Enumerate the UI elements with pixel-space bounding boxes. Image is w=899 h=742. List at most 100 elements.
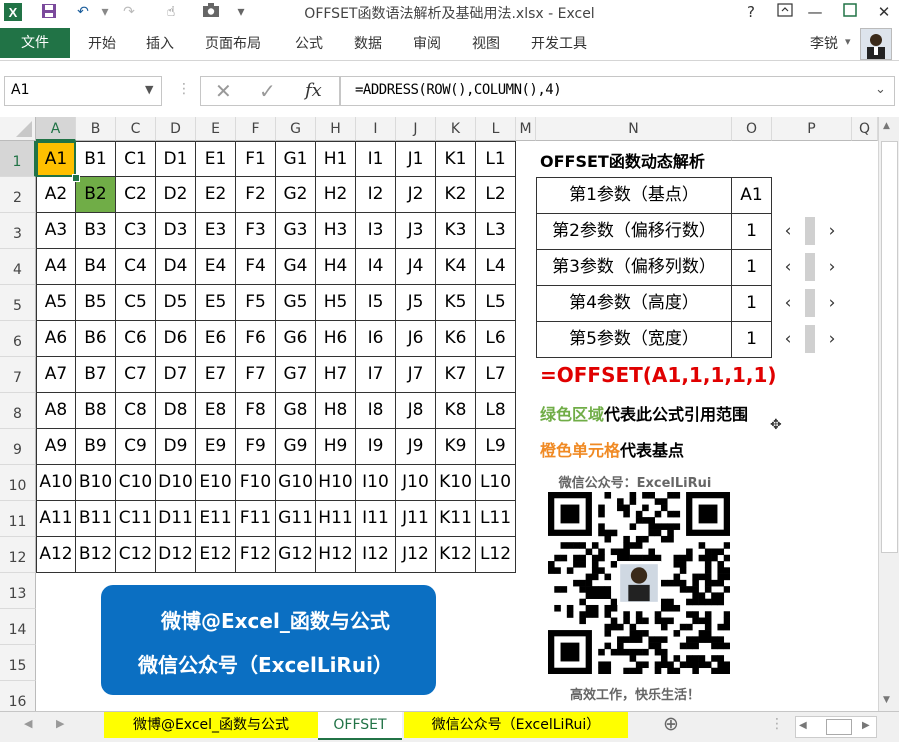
grid-cell[interactable]: I5 — [356, 285, 396, 321]
grid-cell[interactable]: J7 — [396, 357, 436, 393]
tab-developer[interactable]: 开发工具 — [531, 33, 587, 53]
grid-cell[interactable]: D7 — [156, 357, 196, 393]
grid-cell[interactable]: K8 — [436, 393, 476, 429]
grid-cell[interactable]: I6 — [356, 321, 396, 357]
grid-cell[interactable]: D11 — [156, 501, 196, 537]
grid-cell[interactable]: K11 — [436, 501, 476, 537]
column-header[interactable]: N — [536, 117, 732, 141]
spin-increase-icon[interactable]: › — [822, 213, 842, 249]
grid-cell[interactable]: I11 — [356, 501, 396, 537]
row-header[interactable]: 2 — [0, 177, 36, 213]
row-header[interactable]: 10 — [0, 465, 36, 501]
grid-cell[interactable]: B6 — [76, 321, 116, 357]
spin-decrease-icon[interactable]: ‹ — [778, 321, 798, 357]
close-button[interactable]: ✕ — [866, 0, 899, 24]
spin-scroll-thumb[interactable] — [805, 325, 815, 353]
sheet-tab-wechat[interactable]: 微信公众号（ExcelLiRui） — [404, 712, 628, 738]
grid-cell[interactable]: K7 — [436, 357, 476, 393]
row-header[interactable]: 3 — [0, 213, 36, 249]
row-header[interactable]: 15 — [0, 645, 36, 681]
column-header[interactable]: K — [436, 117, 476, 141]
grid-cell[interactable]: K1 — [436, 141, 476, 177]
grid-cell[interactable]: F7 — [236, 357, 276, 393]
grid-cell[interactable]: D1 — [156, 141, 196, 177]
grid-cell[interactable]: H7 — [316, 357, 356, 393]
grid-cell[interactable]: J2 — [396, 177, 436, 213]
row-header[interactable]: 5 — [0, 285, 36, 321]
scroll-up-icon[interactable]: ▲ — [883, 121, 890, 131]
grid-cell[interactable]: L11 — [476, 501, 516, 537]
grid-cell[interactable]: G2 — [276, 177, 316, 213]
row-header[interactable]: 6 — [0, 321, 36, 357]
grid-cell[interactable]: H11 — [316, 501, 356, 537]
horizontal-scroll-thumb[interactable] — [826, 719, 852, 735]
avatar[interactable] — [860, 28, 892, 60]
account-dropdown-icon[interactable]: ▾ — [845, 35, 851, 48]
grid-cell[interactable]: D2 — [156, 177, 196, 213]
grid-cell[interactable]: E10 — [196, 465, 236, 501]
grid-cell[interactable]: C7 — [116, 357, 156, 393]
grid-cell[interactable]: K2 — [436, 177, 476, 213]
grid-cell[interactable]: C9 — [116, 429, 156, 465]
grid-cell[interactable]: K6 — [436, 321, 476, 357]
grid-cell[interactable]: J6 — [396, 321, 436, 357]
grid-cell[interactable]: H10 — [316, 465, 356, 501]
fill-handle[interactable] — [72, 174, 80, 182]
tab-data[interactable]: 数据 — [354, 33, 382, 53]
grid-cell[interactable]: B2 — [76, 177, 116, 213]
grid-cell[interactable]: F10 — [236, 465, 276, 501]
grid-cell[interactable]: D12 — [156, 537, 196, 573]
grid-cell[interactable]: B9 — [76, 429, 116, 465]
grid-cell[interactable]: J12 — [396, 537, 436, 573]
grid-cell[interactable]: C3 — [116, 213, 156, 249]
grid-cell[interactable]: K4 — [436, 249, 476, 285]
row-header[interactable]: 12 — [0, 537, 36, 573]
grid-cell[interactable]: E6 — [196, 321, 236, 357]
grid-cell[interactable]: L10 — [476, 465, 516, 501]
grid-cell[interactable]: K10 — [436, 465, 476, 501]
grid-cell[interactable]: F3 — [236, 213, 276, 249]
row-header[interactable]: 7 — [0, 357, 36, 393]
column-header[interactable]: F — [236, 117, 276, 141]
grid-cell[interactable]: A7 — [36, 357, 76, 393]
enter-icon[interactable]: ✓ — [259, 79, 276, 103]
column-header[interactable]: Q — [852, 117, 878, 141]
grid-cell[interactable]: E8 — [196, 393, 236, 429]
grid-cell[interactable]: E5 — [196, 285, 236, 321]
grid-cell[interactable]: H9 — [316, 429, 356, 465]
grid-cell[interactable]: E3 — [196, 213, 236, 249]
row-header[interactable]: 11 — [0, 501, 36, 537]
name-box-dropdown-icon[interactable]: ▼ — [145, 83, 153, 96]
grid-cell[interactable]: D6 — [156, 321, 196, 357]
grid-cell[interactable]: F9 — [236, 429, 276, 465]
grid-cell[interactable]: D5 — [156, 285, 196, 321]
grid-cell[interactable]: A10 — [36, 465, 76, 501]
grid-cell[interactable]: L9 — [476, 429, 516, 465]
grid-cell[interactable]: L5 — [476, 285, 516, 321]
column-header[interactable]: D — [156, 117, 196, 141]
hscroll-right-icon[interactable]: ▶ — [862, 720, 870, 731]
grid-cell[interactable]: B7 — [76, 357, 116, 393]
grid-cell[interactable]: H8 — [316, 393, 356, 429]
grid-cell[interactable]: L4 — [476, 249, 516, 285]
sheet-tab-weibo[interactable]: 微博@Excel_函数与公式 — [104, 712, 318, 738]
grid-cell[interactable]: A2 — [36, 177, 76, 213]
grid-cell[interactable]: K5 — [436, 285, 476, 321]
select-all-corner[interactable] — [0, 117, 36, 141]
grid-cell[interactable]: F4 — [236, 249, 276, 285]
grid-cell[interactable]: B12 — [76, 537, 116, 573]
spin-scroll-thumb[interactable] — [805, 289, 815, 317]
grid-cell[interactable]: J4 — [396, 249, 436, 285]
grid-cell[interactable]: A3 — [36, 213, 76, 249]
grid-cell[interactable]: J3 — [396, 213, 436, 249]
grid-cell[interactable]: C1 — [116, 141, 156, 177]
grid-cell[interactable]: C12 — [116, 537, 156, 573]
column-header[interactable]: H — [316, 117, 356, 141]
grid-cell[interactable]: B10 — [76, 465, 116, 501]
tab-scroll-left-icon[interactable]: ◀ — [24, 717, 32, 730]
grid-cell[interactable]: K12 — [436, 537, 476, 573]
grid-cell[interactable]: A4 — [36, 249, 76, 285]
grid-cell[interactable]: B3 — [76, 213, 116, 249]
row-header[interactable]: 4 — [0, 249, 36, 285]
grid-cell[interactable]: F1 — [236, 141, 276, 177]
